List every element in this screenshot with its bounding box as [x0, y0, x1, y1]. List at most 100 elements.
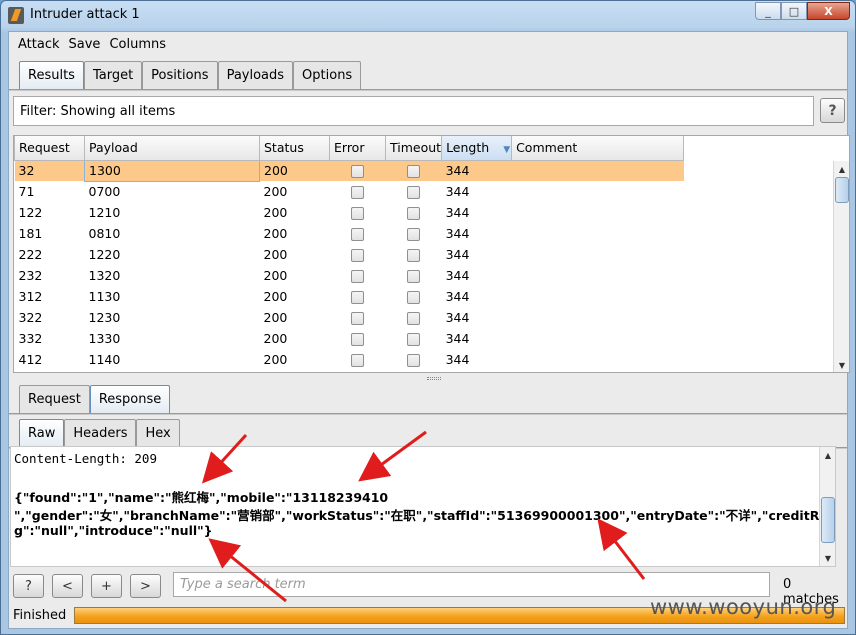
timeout-checkbox[interactable]: [406, 165, 420, 179]
cell-error: [330, 223, 386, 244]
cell-payload: 0700: [88, 184, 121, 200]
col-length[interactable]: Length ▼: [441, 136, 513, 161]
timeout-checkbox[interactable]: [406, 354, 420, 367]
cell-status: 200: [263, 310, 288, 325]
table-row[interactable]: 412 1140 200 344: [15, 349, 684, 370]
table-row[interactable]: 122 1210 200 344: [15, 202, 684, 223]
cell-comment: [512, 328, 684, 349]
table-row[interactable]: 222 1220 200 344: [15, 244, 684, 265]
search-help-button[interactable]: ?: [13, 574, 44, 598]
table-row[interactable]: 232 1320 200 344: [15, 265, 684, 286]
title-bar[interactable]: Intruder attack 1 _ □ X: [1, 1, 855, 31]
search-toolbar: ? < + >: [13, 571, 169, 601]
tab-positions[interactable]: Positions: [142, 61, 218, 89]
error-checkbox[interactable]: [350, 291, 364, 304]
error-checkbox[interactable]: [350, 207, 364, 220]
col-timeout[interactable]: Timeout: [384, 136, 443, 161]
col-error[interactable]: Error: [329, 136, 386, 161]
table-row[interactable]: 32 1300 200 344: [14, 159, 684, 182]
search-next-button[interactable]: >: [130, 574, 161, 598]
cell-payload: 1320: [88, 268, 121, 283]
cell-timeout: [385, 160, 442, 181]
error-checkbox[interactable]: [350, 186, 364, 199]
client-area: Attack Save Columns Results Target Posit…: [8, 31, 850, 629]
scroll-thumb[interactable]: [835, 177, 849, 203]
search-prev-button[interactable]: <: [52, 574, 83, 598]
col-payload[interactable]: Payload: [84, 136, 260, 161]
timeout-checkbox[interactable]: [406, 270, 420, 283]
response-body[interactable]: Content-Length: 209 {"found":"1","name":…: [10, 446, 836, 567]
table-row[interactable]: 71 0700 200 344: [15, 181, 684, 202]
cell-error: [330, 349, 386, 370]
error-checkbox[interactable]: [350, 354, 364, 367]
cell-length: 344: [445, 331, 470, 346]
cell-status: 200: [263, 226, 288, 241]
help-icon: ?: [25, 578, 32, 594]
timeout-checkbox[interactable]: [406, 207, 420, 220]
table-row[interactable]: 181 0810 200 344: [15, 223, 684, 244]
close-button[interactable]: X: [807, 2, 850, 20]
timeout-checkbox[interactable]: [406, 228, 420, 241]
error-checkbox[interactable]: [350, 228, 364, 241]
tab-payloads[interactable]: Payloads: [217, 61, 294, 89]
tab-raw[interactable]: Raw: [19, 419, 65, 447]
scroll-down-icon[interactable]: ▼: [820, 550, 835, 566]
col-comment[interactable]: Comment: [511, 136, 685, 161]
tab-target[interactable]: Target: [83, 61, 143, 89]
help-button[interactable]: ?: [820, 98, 845, 123]
menu-attack[interactable]: Attack: [18, 37, 60, 52]
cell-payload: 1140: [88, 352, 121, 367]
cell-length: 344: [445, 205, 470, 220]
cell-comment: [512, 202, 684, 223]
col-status[interactable]: Status: [259, 136, 330, 161]
cell-length: 344: [445, 268, 470, 283]
tab-options[interactable]: Options: [293, 61, 362, 89]
error-checkbox[interactable]: [350, 270, 364, 283]
cell-status: 200: [263, 184, 288, 199]
timeout-checkbox[interactable]: [406, 291, 420, 304]
timeout-checkbox[interactable]: [406, 186, 420, 199]
maximize-button[interactable]: □: [781, 2, 807, 20]
scroll-down-icon[interactable]: ▼: [834, 357, 849, 372]
scroll-thumb[interactable]: [821, 497, 835, 543]
table-row[interactable]: 332 1330 200 344: [15, 328, 684, 349]
tab-hex[interactable]: Hex: [136, 419, 180, 447]
filter-bar[interactable]: Filter: Showing all items: [13, 96, 814, 126]
cell-request: 322: [18, 310, 43, 325]
table-row[interactable]: 312 1130 200 344: [15, 286, 684, 307]
tab-response[interactable]: Response: [89, 385, 171, 413]
timeout-checkbox[interactable]: [406, 312, 420, 325]
scroll-up-icon[interactable]: ▲: [834, 161, 849, 177]
cell-timeout: [386, 202, 442, 223]
cell-length: 344: [445, 289, 470, 304]
cell-length: 344: [445, 352, 470, 367]
cell-status: 200: [263, 205, 288, 220]
search-add-button[interactable]: +: [91, 574, 122, 598]
split-pane-handle[interactable]: [427, 377, 441, 380]
tab-request[interactable]: Request: [19, 385, 90, 413]
timeout-checkbox[interactable]: [406, 249, 420, 262]
timeout-checkbox[interactable]: [406, 333, 420, 346]
error-checkbox[interactable]: [350, 165, 364, 179]
table-scrollbar[interactable]: ▲ ▼: [833, 161, 849, 372]
cell-length: 344: [445, 184, 470, 199]
tab-headers[interactable]: Headers: [64, 419, 137, 447]
cell-timeout: [386, 223, 442, 244]
minimize-button[interactable]: _: [755, 2, 781, 20]
error-checkbox[interactable]: [350, 333, 364, 346]
error-checkbox[interactable]: [350, 249, 364, 262]
cell-timeout: [386, 244, 442, 265]
col-request[interactable]: Request: [14, 136, 85, 161]
error-checkbox[interactable]: [350, 312, 364, 325]
response-scrollbar[interactable]: ▲ ▼: [819, 447, 835, 566]
scroll-up-icon[interactable]: ▲: [820, 447, 835, 463]
tab-results[interactable]: Results: [19, 61, 84, 89]
menu-save[interactable]: Save: [69, 37, 101, 52]
cell-status: 200: [263, 289, 288, 304]
view-tabs: Raw Headers Hex: [19, 419, 180, 447]
search-input[interactable]: Type a search term: [173, 572, 770, 597]
cell-comment: [512, 307, 684, 328]
table-row[interactable]: 322 1230 200 344: [15, 307, 684, 328]
cell-timeout: [386, 265, 442, 286]
menu-columns[interactable]: Columns: [109, 37, 166, 52]
